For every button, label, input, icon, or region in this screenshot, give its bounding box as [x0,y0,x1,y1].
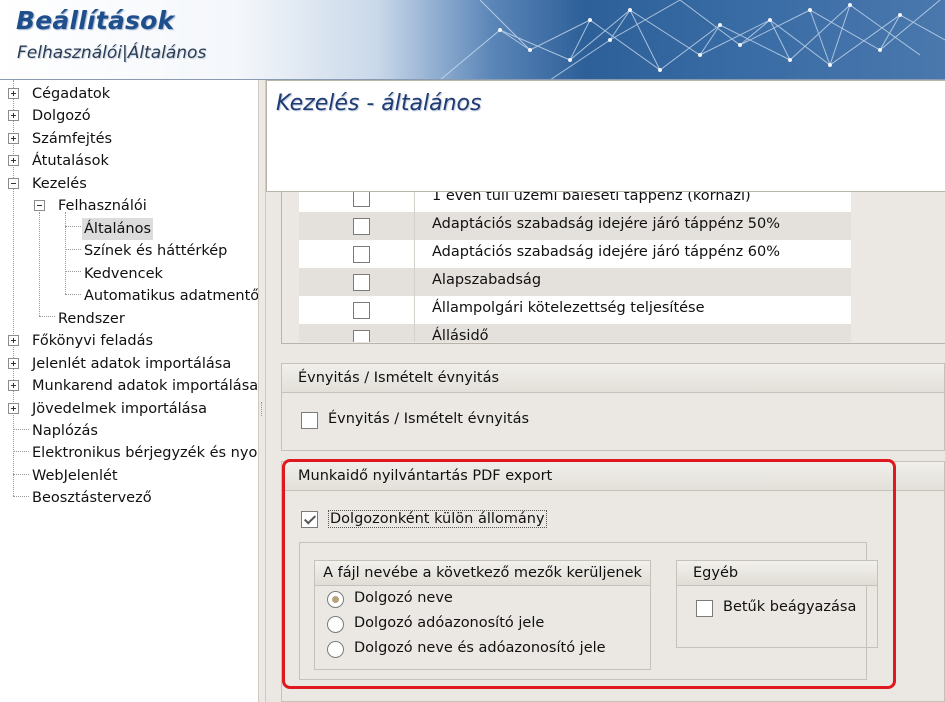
tree-item-label: Automatikus adatmentő [84,288,258,304]
tree-connector [65,226,81,227]
list-row[interactable]: 1 éven túli üzemi baleseti táppénz (kórh… [299,192,851,212]
tree-item-label: Naplózás [32,423,98,439]
radio-employee-name[interactable] [327,591,344,608]
separate-file-label[interactable]: Dolgozonként külön állomány [328,510,547,528]
absence-type-list[interactable]: 1 éven túli üzemi baleseti táppénz (kórh… [281,192,945,344]
collapse-minus-icon[interactable] [8,178,19,189]
row-label: Adaptációs szabadság idejére járó táppén… [432,244,781,260]
column-divider [414,296,415,324]
evnyitas-group-header: Évnyitás / Ismételt évnyitás [281,363,945,393]
tree-item-label: Színek és háttérkép [84,243,228,259]
absence-list-viewport[interactable]: 1 éven túli üzemi baleseti táppénz (kórh… [299,192,851,342]
list-row[interactable]: Adaptációs szabadság idejére járó táppén… [299,212,851,240]
row-label: 1 éven túli üzemi baleseti táppénz (kórh… [432,192,751,204]
radio-name-and-tax-id-label[interactable]: Dolgozó neve és adóazonosító jele [354,640,606,656]
app-header: Beállítások Felhasználói|Általános [0,0,945,80]
splitter-grip-icon [261,402,263,416]
list-row[interactable]: Állampolgári kötelezettség teljesítése [299,296,851,324]
panel-splitter[interactable] [258,80,266,702]
column-divider [414,268,415,296]
page-title: Kezelés - általános [276,91,482,116]
tree-connector [65,271,81,272]
row-label: Állampolgári kötelezettség teljesítése [432,300,705,316]
radio-tax-id[interactable] [327,616,344,633]
expand-plus-icon[interactable] [8,133,19,144]
pdf-export-group-header: Munkaidő nyilvántartás PDF export [281,461,945,491]
row-label: Adaptációs szabadság idejére járó táppén… [432,216,781,232]
embed-fonts-label[interactable]: Betűk beágyazása [723,599,856,615]
evnyitas-checkbox[interactable] [301,412,318,429]
column-divider [414,192,415,212]
settings-tree[interactable]: Cégadatok Dolgozó Számfejtés Átutalások … [0,80,258,702]
row-checkbox[interactable] [353,330,370,342]
tree-connector [65,249,81,250]
tree-item-label: Jelenlét adatok importálása [32,356,232,372]
expand-plus-icon[interactable] [8,88,19,99]
tree-item-label: Felhasználói [58,198,147,214]
list-row[interactable]: Alapszabadság [299,268,851,296]
collapse-minus-icon[interactable] [34,200,45,211]
tree-item-label: WebJelenlét [32,468,118,484]
evnyitas-checkbox-label[interactable]: Évnyitás / Ismételt évnyitás [328,411,529,427]
tree-connector [13,496,29,497]
breadcrumb: Felhasználói|Általános [17,43,207,63]
tree-item-label: Kedvencek [84,266,163,282]
row-checkbox[interactable] [353,302,370,319]
tree-connector [39,316,55,317]
tree-item-label: Átutalások [32,153,109,169]
tree-connector [13,451,29,452]
app-title: Beállítások [16,6,175,35]
radio-tax-id-label[interactable]: Dolgozó adóazonosító jele [354,615,544,631]
row-label: Állásidő [432,328,489,342]
other-group-header: Egyéb [676,560,878,586]
tree-item-label: Cégadatok [32,86,111,102]
expand-plus-icon[interactable] [8,155,19,166]
tree-item-label: Beosztástervező [32,490,152,506]
page-title-box: Kezelés - általános [266,80,945,192]
radio-name-and-tax-id[interactable] [327,641,344,658]
row-checkbox[interactable] [353,274,370,291]
column-divider [414,324,415,342]
separate-file-checkbox[interactable] [301,511,318,528]
list-row[interactable]: Állásidő [299,324,851,342]
tree-item-label: Számfejtés [32,131,113,147]
tree-item-label: Munkarend adatok importálása [32,378,258,394]
filename-fields-header: A fájl nevébe a következő mezők kerüljen… [314,560,651,586]
tree-item-label: Általános [82,218,154,240]
row-label: Alapszabadság [432,272,542,288]
filename-fields-body: Dolgozó neve Dolgozó adóazonosító jele D… [314,585,651,670]
tree-connector [39,212,40,316]
expand-plus-icon[interactable] [8,358,19,369]
tree-connector [65,294,81,295]
list-row[interactable]: Adaptációs szabadság idejére járó táppén… [299,240,851,268]
tree-item-label: Kezelés [32,176,87,192]
expand-plus-icon[interactable] [8,380,19,391]
embed-fonts-checkbox[interactable] [696,600,713,617]
column-divider [414,212,415,240]
expand-plus-icon[interactable] [8,403,19,414]
tree-connector [13,474,29,475]
settings-panel: Kezelés - általános 1 éven túli üzemi ba… [266,80,945,702]
tree-item-label: Elektronikus bérjegyzék és nyom [32,445,258,461]
evnyitas-group-body: Évnyitás / Ismételt évnyitás [281,393,945,451]
radio-employee-name-label[interactable]: Dolgozó neve [354,590,453,606]
tree-connector [65,212,66,294]
column-divider [414,240,415,268]
other-group-body: Betűk beágyazása [676,585,878,648]
tree-item-label: Jövedelmek importálása [32,401,207,417]
expand-plus-icon[interactable] [8,335,19,346]
network-pattern-graphic [440,0,945,79]
row-checkbox[interactable] [353,246,370,263]
pdf-export-group-body: Dolgozonként külön állomány A fájl nevéb… [281,491,945,702]
tree-item-label: Dolgozó [32,108,91,124]
tree-connector [13,429,29,430]
pdf-options-frame: A fájl nevébe a következő mezők kerüljen… [299,542,878,680]
expand-plus-icon[interactable] [8,110,19,121]
tree-item-label: Főkönyvi feladás [32,333,154,349]
tree-item-label: Rendszer [58,311,125,327]
row-checkbox[interactable] [353,218,370,235]
row-checkbox[interactable] [353,192,370,207]
